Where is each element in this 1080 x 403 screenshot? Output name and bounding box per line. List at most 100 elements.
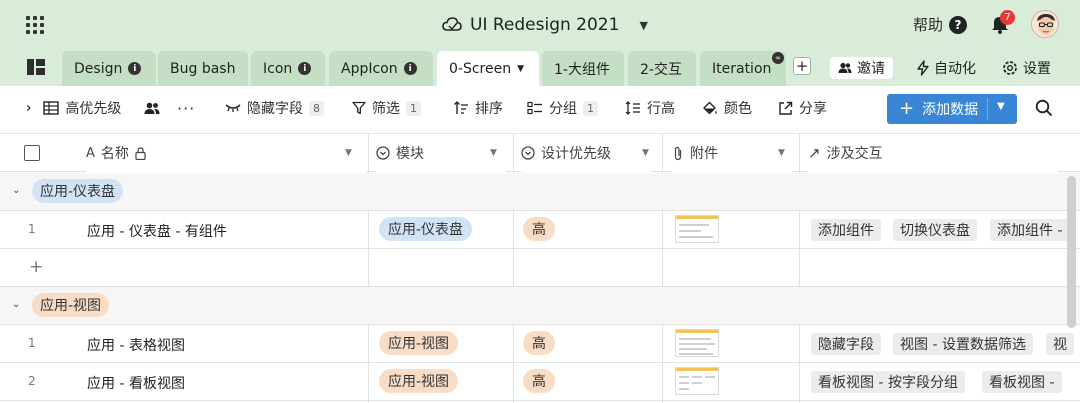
avatar-face-icon	[1032, 11, 1058, 37]
search-icon[interactable]	[1035, 99, 1053, 117]
data-grid: A 名称 ▼ 模块 ▼ 设计优先级 ▼ 附件 ▼ ↗ 涉及交互 ⌄ 应用-仪表盘…	[0, 134, 1080, 403]
tab-1-large-components[interactable]: 1-大组件	[542, 51, 624, 86]
gear-icon	[1003, 61, 1017, 75]
add-row[interactable]: +	[0, 249, 1080, 286]
settings-button[interactable]: 设置	[1002, 57, 1051, 79]
priority-chip: 高	[523, 217, 555, 241]
more-options-icon[interactable]: ···	[177, 86, 195, 130]
record-name: 应用 - 表格视图	[87, 338, 185, 354]
tab-appicon[interactable]: AppIcon i	[329, 51, 433, 86]
view-switcher[interactable]: › 高优先级	[26, 86, 121, 130]
column-menu-caret-icon[interactable]: ▼	[778, 148, 785, 158]
attachment-thumbnail[interactable]	[675, 215, 719, 243]
linked-record-tag[interactable]: 视	[1046, 333, 1074, 355]
row-height-icon	[625, 101, 640, 115]
row-height-label: 行高	[647, 101, 675, 117]
sidebar-toggle-icon[interactable]	[26, 58, 46, 76]
sort-icon	[454, 101, 468, 114]
tab-bug-bash[interactable]: Bug bash	[158, 51, 248, 86]
tab-design[interactable]: Design i	[62, 51, 156, 86]
hide-fields-label: 隐藏字段	[247, 101, 303, 117]
column-title: 涉及交互	[826, 146, 883, 162]
filter-button[interactable]: 筛选 1	[352, 86, 421, 130]
lightning-icon	[917, 60, 929, 76]
help-button[interactable]: 帮助 ?	[913, 14, 968, 35]
table-row[interactable]: 1 应用 - 仪表盘 - 有组件 应用-仪表盘 高 添加组件 切换仪表盘 添加组…	[0, 211, 1080, 248]
linked-record-tag[interactable]: 切换仪表盘	[893, 219, 977, 241]
column-menu-caret-icon[interactable]: ▼	[490, 148, 497, 158]
filter-icon	[352, 101, 366, 115]
sort-label: 排序	[475, 101, 503, 117]
add-tab-button[interactable]: +	[793, 57, 811, 75]
column-header-priority[interactable]: 设计优先级	[521, 134, 651, 172]
select-all-checkbox[interactable]	[24, 145, 40, 161]
vertical-scrollbar[interactable]	[1067, 176, 1076, 328]
add-record-dropdown-icon[interactable]: ▼	[997, 101, 1005, 112]
notification-badge: 7	[1000, 10, 1015, 25]
base-title-area[interactable]: UI Redesign 2021 ▼	[442, 11, 648, 39]
share-button[interactable]: 分享	[778, 86, 827, 130]
column-header-name[interactable]: A 名称	[86, 134, 366, 172]
row-height-button[interactable]: 行高	[625, 86, 675, 130]
column-header-attachment[interactable]: 附件	[672, 134, 792, 172]
table-row[interactable]: 2 应用 - 看板视图 应用-视图 高 看板视图 - 按字段分组 看板视图 -	[0, 363, 1080, 400]
single-select-icon	[521, 146, 535, 160]
group-label-chip: 应用-仪表盘	[32, 179, 124, 203]
column-header-module[interactable]: 模块	[376, 134, 506, 172]
tab-dropdown-caret-icon[interactable]: ▼	[517, 64, 524, 74]
linked-record-tag[interactable]: 隐藏字段	[811, 333, 881, 355]
tab-0-screen[interactable]: 0-Screen ▼	[437, 51, 539, 86]
row-number: 1	[28, 222, 36, 236]
linked-record-tag[interactable]: 添加组件	[811, 219, 881, 241]
table-row[interactable]: 1 应用 - 表格视图 应用-视图 高 隐藏字段 视图 - 设置数据筛选 视	[0, 325, 1080, 362]
chevron-right-icon[interactable]: ›	[26, 101, 31, 116]
collaborators-button[interactable]	[144, 86, 160, 130]
column-title: 模块	[396, 146, 424, 162]
row-number: 2	[28, 374, 36, 388]
tab-label: Bug bash	[170, 60, 236, 77]
column-title: 名称	[100, 146, 129, 162]
group-button[interactable]: 分组 1	[527, 86, 598, 130]
invite-label: 邀请	[857, 61, 885, 77]
priority-chip: 高	[523, 369, 555, 393]
lock-icon	[135, 146, 146, 160]
automation-button[interactable]: 自动化	[917, 57, 976, 79]
linked-record-tag[interactable]: 看板视图 - 按字段分组	[811, 371, 965, 393]
chevron-down-icon[interactable]: ⌄	[12, 185, 20, 196]
add-row-plus-icon[interactable]: +	[29, 257, 43, 277]
apps-grid-icon[interactable]	[26, 16, 44, 34]
tab-label: 2-交互	[640, 61, 682, 78]
text-field-icon: A	[86, 145, 95, 161]
view-name: 高优先级	[65, 101, 122, 117]
filter-count: 1	[406, 100, 421, 116]
column-header-interaction[interactable]: ↗ 涉及交互	[808, 134, 1058, 172]
group-label-chip: 应用-视图	[32, 293, 110, 317]
invite-button[interactable]: 邀请	[830, 57, 893, 79]
color-label: 颜色	[724, 101, 752, 117]
group-header-row[interactable]: ⌄ 应用-仪表盘	[0, 173, 1080, 210]
group-header-row[interactable]: ⌄ 应用-视图	[0, 287, 1080, 324]
avatar[interactable]	[1031, 10, 1059, 38]
hide-fields-button[interactable]: 隐藏字段 8	[225, 86, 324, 130]
link-arrow-icon: ↗	[808, 144, 821, 162]
share-icon	[779, 101, 793, 115]
row-number: 1	[28, 336, 36, 350]
module-chip: 应用-视图	[379, 331, 459, 355]
sort-button[interactable]: 排序	[453, 86, 503, 130]
column-menu-caret-icon[interactable]: ▼	[642, 148, 649, 158]
info-icon: i	[298, 62, 312, 75]
group-icon	[527, 101, 542, 115]
linked-record-tag[interactable]: 看板视图 -	[982, 371, 1062, 393]
linked-record-tag[interactable]: 视图 - 设置数据筛选	[893, 333, 1033, 355]
add-record-button[interactable]: + 添加数据 ▼	[887, 94, 1017, 124]
tab-label: Design	[74, 60, 123, 77]
tab-2-interaction[interactable]: 2-交互	[628, 51, 696, 86]
attachment-thumbnail[interactable]	[675, 367, 719, 395]
color-button[interactable]: 颜色	[702, 86, 752, 130]
column-menu-caret-icon[interactable]: ▼	[345, 148, 352, 158]
linked-record-tag[interactable]: 添加组件 -	[990, 219, 1070, 241]
tab-icon[interactable]: Icon i	[251, 51, 325, 86]
title-dropdown-caret-icon[interactable]: ▼	[639, 19, 647, 32]
attachment-thumbnail[interactable]	[675, 329, 719, 357]
chevron-down-icon[interactable]: ⌄	[12, 299, 20, 310]
